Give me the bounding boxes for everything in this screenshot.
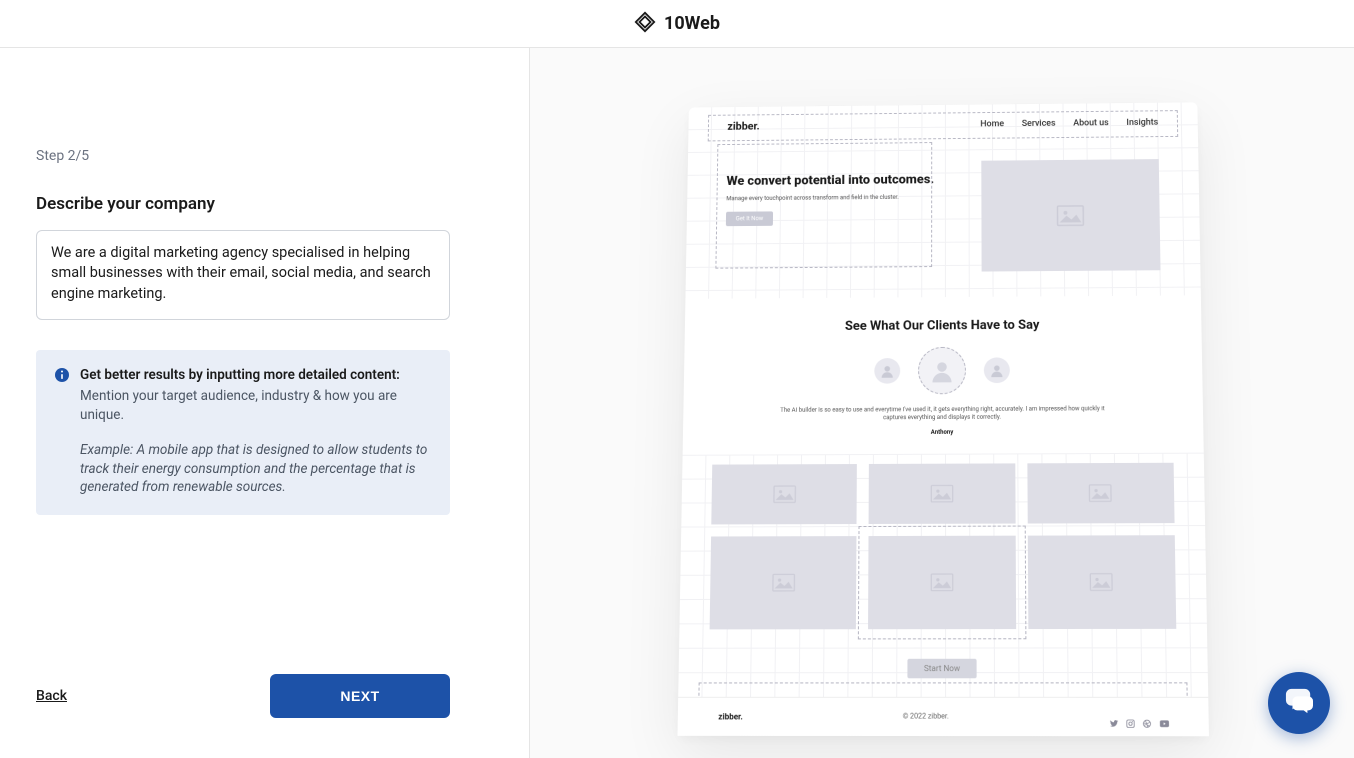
guide-box bbox=[715, 142, 932, 269]
gallery-image-placeholder bbox=[710, 535, 857, 628]
info-hint-box: Get better results by inputting more det… bbox=[36, 350, 450, 515]
gallery-image-placeholder bbox=[868, 535, 1015, 629]
testimonial-quote: The AI builder is so easy to use and eve… bbox=[772, 405, 1112, 423]
company-description-input[interactable] bbox=[36, 230, 450, 320]
preview-hero: We convert potential into outcomes. Mana… bbox=[685, 141, 1200, 298]
start-now-button: Start Now bbox=[908, 658, 977, 678]
gallery-image-placeholder bbox=[869, 463, 1015, 524]
preview-panel: zibber. Home Services About us Insights … bbox=[530, 48, 1354, 758]
app-header: 10Web bbox=[0, 0, 1354, 48]
info-example: Example: A mobile app that is designed t… bbox=[80, 441, 432, 498]
info-title: Get better results by inputting more det… bbox=[80, 366, 432, 385]
preview-testimonials: See What Our Clients Have to Say The AI … bbox=[683, 295, 1204, 454]
testimonial-author: Anthony bbox=[713, 427, 1173, 436]
footer-brand: zibber. bbox=[718, 712, 743, 721]
nav-link: About us bbox=[1073, 118, 1109, 128]
preview-nav-links: Home Services About us Insights bbox=[980, 117, 1158, 128]
chat-widget-button[interactable] bbox=[1268, 672, 1330, 734]
preview-nav: zibber. Home Services About us Insights bbox=[688, 102, 1198, 146]
nav-link: Services bbox=[1022, 118, 1056, 128]
footer-social-icons bbox=[1110, 712, 1168, 720]
hero-image-placeholder bbox=[981, 159, 1160, 271]
section-title: Describe your company bbox=[36, 194, 489, 214]
youtube-icon bbox=[1159, 712, 1167, 720]
footer-copyright: © 2022 zibber. bbox=[903, 712, 949, 720]
nav-link: Insights bbox=[1126, 117, 1158, 127]
logo-icon bbox=[634, 11, 656, 37]
preview-brand: zibber. bbox=[727, 120, 759, 133]
next-button[interactable]: NEXT bbox=[270, 674, 450, 718]
brand-logo: 10Web bbox=[634, 11, 720, 37]
instagram-icon bbox=[1126, 712, 1134, 720]
website-preview: zibber. Home Services About us Insights … bbox=[677, 102, 1208, 736]
info-subtitle: Mention your target audience, industry &… bbox=[80, 387, 432, 425]
brand-name: 10Web bbox=[664, 13, 720, 34]
dribbble-icon bbox=[1143, 712, 1151, 720]
wizard-footer-actions: Back NEXT bbox=[36, 674, 450, 718]
gallery-image-placeholder bbox=[1027, 462, 1175, 523]
info-icon bbox=[54, 367, 70, 383]
nav-link: Home bbox=[980, 119, 1004, 129]
twitter-icon bbox=[1110, 712, 1118, 720]
preview-gallery bbox=[679, 452, 1207, 647]
wizard-panel: Step 2/5 Describe your company Get bette… bbox=[0, 48, 530, 758]
gallery-image-placeholder bbox=[711, 463, 857, 523]
avatar-icon bbox=[874, 358, 900, 384]
preview-footer: zibber. © 2022 zibber. bbox=[677, 696, 1208, 735]
gallery-image-placeholder bbox=[1027, 535, 1176, 629]
testimonials-title: See What Our Clients Have to Say bbox=[714, 317, 1171, 335]
chat-icon bbox=[1284, 687, 1314, 719]
back-button[interactable]: Back bbox=[36, 688, 67, 704]
step-indicator: Step 2/5 bbox=[36, 148, 489, 164]
avatar-icon bbox=[984, 357, 1010, 383]
avatar-icon bbox=[918, 346, 966, 394]
